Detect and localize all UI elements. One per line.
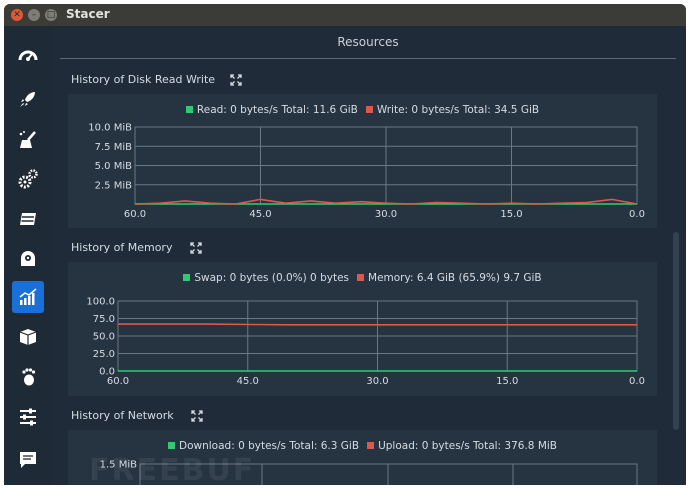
sidebar-item-apt-repository[interactable] xyxy=(12,321,44,353)
sidebar-item-feedback[interactable] xyxy=(12,444,44,476)
svg-text:FREEBUF: FREEBUF xyxy=(89,454,255,484)
memory-series-memory xyxy=(118,323,637,326)
page-title: Resources xyxy=(337,35,399,49)
disk-chart: 60.0 45.0 30.0 15.0 0.0 2.5 MiB 5.0 MiB 7.5 MiB… xyxy=(88,123,645,221)
memory-section-title: History of Memory xyxy=(71,241,173,254)
disk-x-tick-label: 60.0 xyxy=(124,209,146,220)
sidebar-item-uninstaller[interactable] xyxy=(12,243,44,275)
sidebar-item-resources[interactable] xyxy=(12,281,44,313)
close-icon: ✕ xyxy=(13,10,21,20)
vertical-scrollbar[interactable] xyxy=(673,232,679,430)
minimize-icon: – xyxy=(31,10,37,20)
sidebar-item-startup-apps[interactable] xyxy=(12,83,44,115)
memory-x-tick-label: 60.0 xyxy=(107,376,129,387)
memory-y-tick-label: 75.0 xyxy=(93,314,115,325)
maximize-window-button[interactable]: □ xyxy=(45,9,57,21)
processes-icon xyxy=(20,213,36,225)
feedback-icon xyxy=(20,452,36,468)
disk-icon xyxy=(21,251,35,266)
maximize-icon: □ xyxy=(46,10,56,20)
memory-x-tick-label: 45.0 xyxy=(237,376,259,387)
sliders-icon xyxy=(20,408,36,426)
expand-disk-chart-icon[interactable] xyxy=(230,74,242,86)
window-title: Stacer xyxy=(66,7,110,21)
page-header: Resources xyxy=(60,26,676,59)
memory-chart-panel: Swap: 0 bytes (0.0%) 0 bytes Memory: 6.4 … xyxy=(68,262,657,396)
close-window-button[interactable]: ✕ xyxy=(11,9,23,21)
disk-x-tick-label: 45.0 xyxy=(249,209,271,220)
resources-page: Resources History of Disk Read Write Rea… xyxy=(52,26,686,485)
chart-icon xyxy=(19,288,37,305)
disk-chart-panel: Read: 0 bytes/s Total: 11.6 GiB Write: 0 … xyxy=(68,94,657,228)
disk-section-title: History of Disk Read Write xyxy=(71,73,216,86)
memory-y-tick-label: 100.0 xyxy=(86,297,115,308)
disk-y-tick-label: 10.0 MiB xyxy=(88,123,132,134)
speedometer-icon xyxy=(18,50,38,61)
sidebar-item-settings[interactable] xyxy=(12,401,44,433)
title-bar: ✕ – □ Stacer xyxy=(4,4,686,26)
disk-x-tick-label: 30.0 xyxy=(375,209,397,220)
memory-y-tick-label: 25.0 xyxy=(93,349,115,360)
disk-y-tick-label: 2.5 MiB xyxy=(95,180,132,191)
sidebar-item-processes[interactable] xyxy=(12,203,44,235)
memory-x-tick-label: 0.0 xyxy=(629,376,645,387)
disk-y-tick-label: 7.5 MiB xyxy=(95,142,132,153)
network-section-title: History of Network xyxy=(71,409,174,422)
sidebar-item-services[interactable] xyxy=(12,163,44,195)
rocket-icon xyxy=(20,92,35,107)
broom-icon xyxy=(19,131,36,148)
memory-x-tick-label: 15.0 xyxy=(496,376,518,387)
disk-x-tick-label: 15.0 xyxy=(500,209,522,220)
memory-x-tick-label: 30.0 xyxy=(366,376,388,387)
app-window: ✕ – □ Stacer Resources History of Disk R… xyxy=(4,4,686,485)
expand-network-chart-icon[interactable] xyxy=(191,410,203,422)
disk-x-tick-label: 0.0 xyxy=(629,209,645,220)
gnome-foot-icon xyxy=(22,368,36,386)
package-icon xyxy=(19,329,37,345)
memory-chart: 60.0 45.0 30.0 15.0 0.0 0.0 25.0 50.0 75.0 100.0 xyxy=(86,297,645,388)
memory-y-tick-label: 0.0 xyxy=(99,367,115,378)
disk-y-tick-label: 5.0 MiB xyxy=(95,161,132,172)
gears-icon xyxy=(18,169,38,189)
watermark-logo: FREEBUF xyxy=(89,454,255,484)
sidebar-item-dashboard[interactable] xyxy=(12,40,44,72)
sidebar xyxy=(4,26,52,485)
memory-y-tick-label: 50.0 xyxy=(93,332,115,343)
minimize-window-button[interactable]: – xyxy=(28,9,40,21)
sidebar-item-system-cleaner[interactable] xyxy=(12,124,44,156)
sidebar-item-gnome-settings[interactable] xyxy=(12,361,44,393)
expand-memory-chart-icon[interactable] xyxy=(190,242,202,254)
